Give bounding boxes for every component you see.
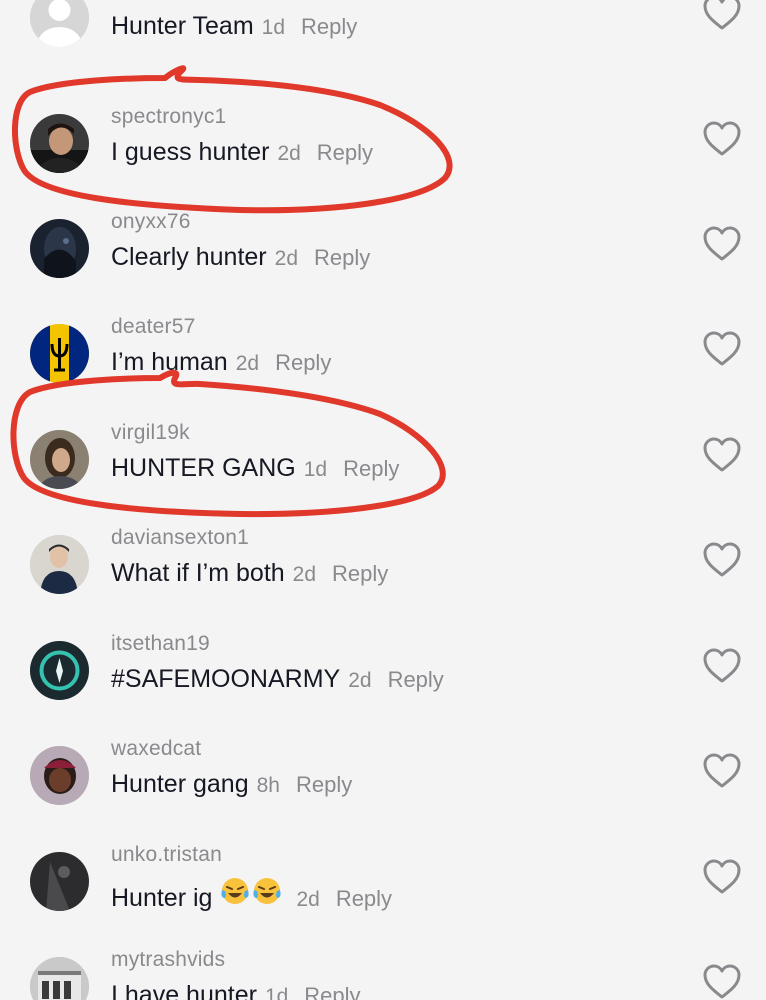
comment-item: mytrashvids I have hunter 1d Reply [0,934,766,1000]
comment-age: 1d [261,16,286,39]
comment-text: What if I’m both [111,559,285,587]
comment-username[interactable]: virgil19k [111,421,190,445]
avatar[interactable] [30,114,89,173]
heart-outline-icon[interactable] [703,964,741,1000]
comment-item: virgil19k HUNTER GANG 1d Reply [0,407,766,512]
avatar[interactable] [30,852,89,911]
comment-username[interactable]: daviansexton1 [111,526,249,550]
comment-item: spectronyc1 I guess hunter 2d Reply [0,91,766,196]
comment-username[interactable]: onyxx76 [111,210,191,234]
comment-text: I have hunter [111,981,257,1000]
heart-outline-icon[interactable] [703,437,741,473]
comment-item: daviansexton1 What if I’m both 2d Reply [0,512,766,617]
comment-item: onyxx76 Clearly hunter 2d Reply [0,196,766,301]
comment-text: Hunter gang [111,770,249,798]
comment-username[interactable]: spectronyc1 [111,105,226,129]
heart-outline-icon[interactable] [703,648,741,684]
avatar[interactable] [30,219,89,278]
heart-outline-icon[interactable] [703,542,741,578]
comment-line: HUNTER GANG 1d Reply [111,454,399,483]
comment-line: Clearly hunter 2d Reply [111,243,370,272]
comment-username[interactable]: mytrashvids [111,948,225,972]
reply-button[interactable]: Reply [343,456,399,482]
comment-line: I’m human 2d Reply [111,348,331,377]
comment-item: ixlmxhxh Hunter Team 1d Reply [0,0,766,70]
comment-item: unko.tristan Hunter ig 2d Reply [0,829,766,934]
comment-line: Hunter ig 2d Reply [111,876,392,913]
reply-button[interactable]: Reply [388,667,444,693]
comment-line: Hunter Team 1d Reply [111,12,357,41]
comment-username[interactable]: waxedcat [111,737,201,761]
comment-text: Clearly hunter [111,243,267,271]
comment-text: Hunter ig [111,884,213,912]
comment-line: I guess hunter 2d Reply [111,138,373,167]
comment-age: 2d [277,142,301,165]
reply-button[interactable]: Reply [317,140,373,166]
barbados-flag-avatar[interactable] [30,324,89,383]
comment-line: Hunter gang 8h Reply [111,770,352,799]
comment-age: 2d [292,563,317,586]
reply-button[interactable]: Reply [332,561,388,587]
heart-outline-icon[interactable] [703,0,741,31]
heart-outline-icon[interactable] [703,121,741,157]
comment-age: 1d [264,985,289,1000]
heart-outline-icon[interactable] [703,753,741,789]
reply-button[interactable]: Reply [314,245,370,271]
comment-text: Hunter Team [111,12,254,40]
laughing-tears-emoji-icon [220,876,250,906]
comment-line: What if I’m both 2d Reply [111,559,388,588]
avatar[interactable] [30,746,89,805]
comment-line: I have hunter 1d Reply [111,981,361,1000]
avatar-default[interactable] [30,0,89,47]
comment-age: 8h [256,774,280,797]
comments-screen: ixlmxhxh Hunter Team 1d Reply spectronyc… [0,0,766,1000]
comment-item: deater57 I’m human 2d Reply [0,301,766,406]
comment-text: I guess hunter [111,138,270,166]
heart-outline-icon[interactable] [703,859,741,895]
avatar[interactable] [30,957,89,1000]
comment-username[interactable]: deater57 [111,315,196,339]
comment-age: 1d [303,458,328,481]
heart-outline-icon[interactable] [703,331,741,367]
comment-item: itsethan19 #SAFEMOONARMY 2d Reply [0,618,766,723]
comment-username[interactable]: ixlmxhxh [111,0,194,3]
reply-button[interactable]: Reply [275,350,331,376]
reply-button[interactable]: Reply [304,983,360,1000]
comment-text: I’m human [111,348,228,376]
comment-item: waxedcat Hunter gang 8h Reply [0,723,766,828]
reply-button[interactable]: Reply [336,886,392,912]
comment-text: HUNTER GANG [111,454,296,482]
avatar[interactable] [30,535,89,594]
reply-button[interactable]: Reply [301,14,357,40]
laughing-tears-emoji-icon [252,876,282,906]
comment-age: 2d [274,247,298,270]
comment-age: 2d [235,352,260,375]
safemoon-logo-avatar[interactable] [30,641,89,700]
reply-button[interactable]: Reply [296,772,352,798]
comment-text: #SAFEMOONARMY [111,665,341,693]
comment-age: 2d [348,669,372,692]
heart-outline-icon[interactable] [703,226,741,262]
comment-age: 2d [296,888,320,911]
avatar[interactable] [30,430,89,489]
comment-username[interactable]: unko.tristan [111,843,222,867]
comment-username[interactable]: itsethan19 [111,632,210,656]
comment-line: #SAFEMOONARMY 2d Reply [111,665,444,694]
